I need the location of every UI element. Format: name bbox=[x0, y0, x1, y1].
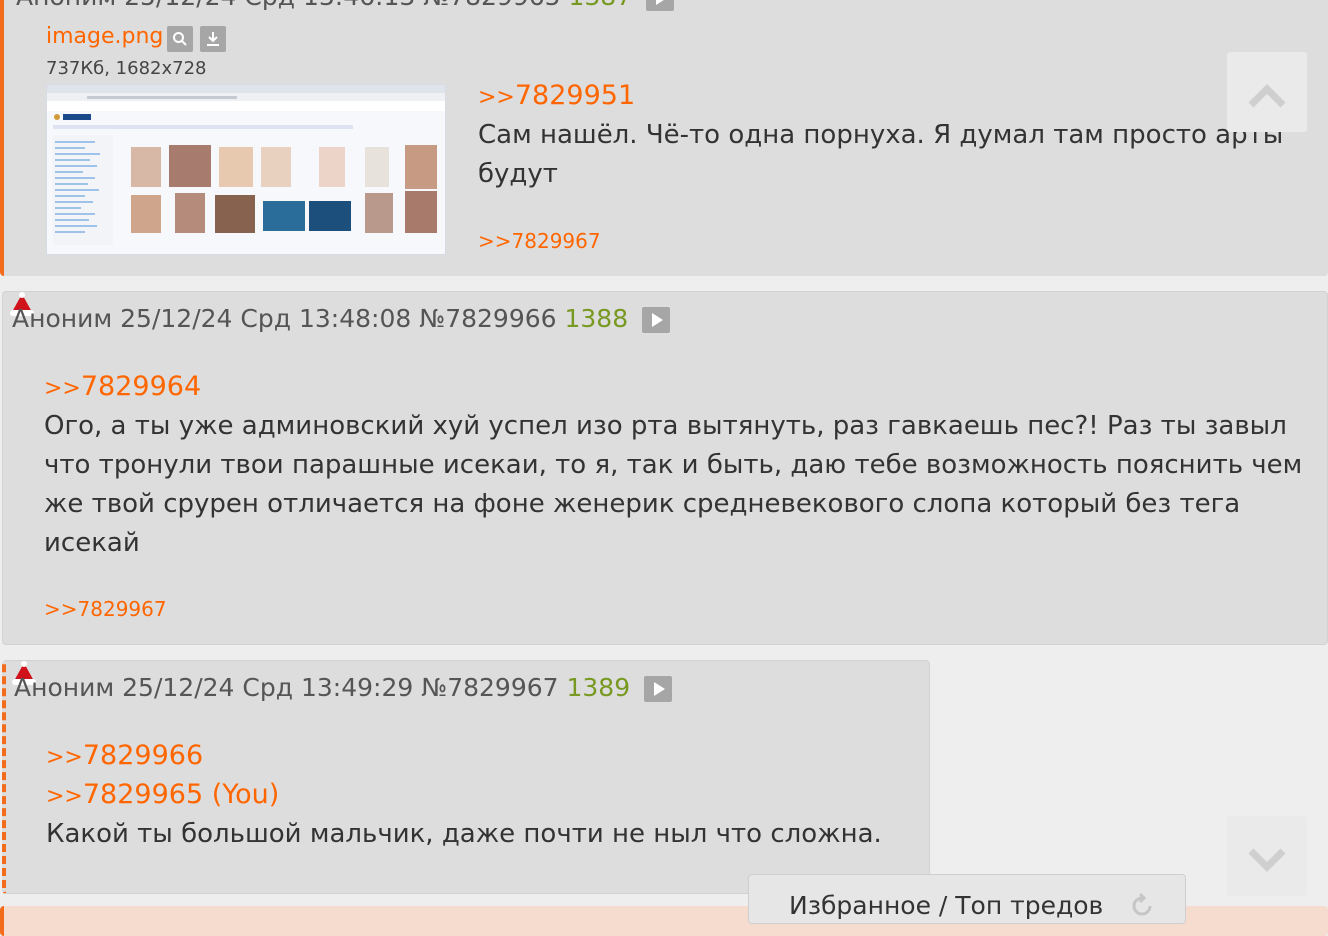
author-name: Аноним bbox=[14, 673, 115, 702]
reply-prefix: >> bbox=[44, 597, 78, 621]
reply-number: 7829966 bbox=[82, 740, 204, 771]
backlink[interactable]: >>7829967 bbox=[478, 229, 601, 253]
post-message: Ого, а ты уже админовский хуй успел изо … bbox=[44, 411, 1303, 558]
post-header: Аноним 25/12/24 Срд 13:46:13 №7829965 13… bbox=[16, 0, 675, 11]
you-marker: (You) bbox=[211, 779, 280, 810]
favorites-bar[interactable]: Избранное / Топ тредов bbox=[748, 874, 1186, 924]
search-icon[interactable] bbox=[167, 26, 193, 52]
post-time: 13:48:08 bbox=[298, 304, 412, 333]
reply-prefix: >> bbox=[478, 229, 512, 253]
post-counter: 1388 bbox=[564, 304, 629, 333]
post-number[interactable]: №7829965 bbox=[423, 0, 560, 11]
play-icon[interactable] bbox=[646, 0, 675, 11]
post-time: 13:46:13 bbox=[303, 0, 415, 11]
post-date: 25/12/24 bbox=[124, 0, 236, 11]
post-weekday: Срд bbox=[244, 0, 295, 11]
backlink-number: 7829967 bbox=[77, 597, 167, 621]
reply-link[interactable]: >>7829965 (You) bbox=[46, 779, 279, 810]
download-icon[interactable] bbox=[200, 26, 226, 52]
post-counter: 1387 bbox=[569, 0, 633, 11]
reply-link[interactable]: >>7829951 bbox=[478, 80, 635, 111]
play-icon[interactable] bbox=[642, 307, 671, 333]
reply-number: 7829964 bbox=[80, 371, 202, 402]
reply-link[interactable]: >>7829966 bbox=[46, 740, 203, 771]
reply-number: 7829951 bbox=[514, 80, 636, 111]
file-link[interactable]: image.png bbox=[46, 24, 163, 49]
post-message: Какой ты большой мальчик, даже почти не … bbox=[46, 819, 882, 849]
reply-number: 7829965 bbox=[82, 779, 204, 810]
post-header: Аноним 25/12/24 Срд 13:49:29 №7829967 13… bbox=[14, 673, 673, 702]
post-weekday: Срд bbox=[242, 673, 294, 702]
chevron-down-icon bbox=[1248, 848, 1286, 872]
reply-link[interactable]: >>7829964 bbox=[44, 371, 201, 402]
reply-prefix: >> bbox=[46, 784, 83, 809]
post-number[interactable]: №7829967 bbox=[421, 673, 558, 702]
reply-prefix: >> bbox=[46, 745, 83, 770]
post-message: Сам нашёл. Чё-то одна порнуха. Я думал т… bbox=[478, 120, 1284, 189]
file-meta: 737Кб, 1682x728 bbox=[46, 58, 207, 79]
scroll-up-button[interactable] bbox=[1227, 52, 1307, 132]
favorites-label[interactable]: Избранное / Топ тредов bbox=[789, 891, 1103, 920]
post-number[interactable]: №7829966 bbox=[419, 304, 556, 333]
reply-prefix: >> bbox=[478, 85, 515, 110]
reply-prefix: >> bbox=[44, 376, 81, 401]
reload-icon[interactable] bbox=[1129, 892, 1155, 926]
author-name: Аноним bbox=[12, 304, 113, 333]
post-counter: 1389 bbox=[566, 673, 631, 702]
image-thumbnail[interactable] bbox=[46, 84, 446, 255]
backlink-number: 7829967 bbox=[511, 229, 601, 253]
play-icon[interactable] bbox=[644, 676, 673, 702]
post-date: 25/12/24 bbox=[120, 304, 233, 333]
scroll-down-button[interactable] bbox=[1227, 816, 1307, 896]
post-header: Аноним 25/12/24 Срд 13:48:08 №7829966 13… bbox=[12, 304, 671, 333]
post-weekday: Срд bbox=[240, 304, 292, 333]
backlink[interactable]: >>7829967 bbox=[44, 597, 167, 621]
chevron-up-icon bbox=[1248, 84, 1286, 108]
author-name: Аноним bbox=[16, 0, 116, 11]
post-date: 25/12/24 bbox=[122, 673, 235, 702]
post-time: 13:49:29 bbox=[300, 673, 414, 702]
